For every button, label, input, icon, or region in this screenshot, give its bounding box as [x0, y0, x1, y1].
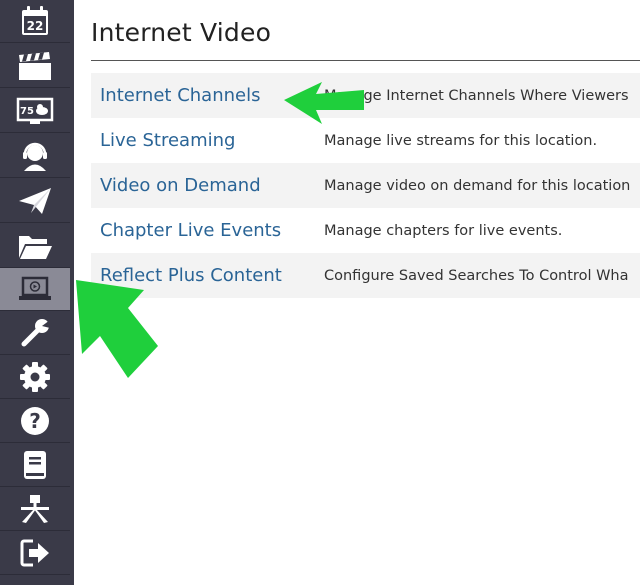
sidebar-item-logout[interactable]	[0, 532, 70, 575]
row-description: Manage chapters for live events.	[324, 222, 563, 239]
sidebar-item-docs[interactable]	[0, 444, 70, 487]
row-description: Manage Internet Channels Where Viewers	[324, 87, 629, 104]
laptop-play-icon	[19, 276, 51, 300]
pointer-arrow-icon	[284, 82, 364, 124]
calendar-day: 22	[27, 19, 44, 33]
sign-out-icon	[20, 539, 49, 567]
sidebar-item-tools[interactable]	[0, 312, 70, 355]
pointer-arrow-icon	[76, 280, 158, 378]
folder-open-icon	[19, 236, 52, 259]
sidebar-item-calendar[interactable]: 22	[0, 0, 70, 43]
internet-channels-link[interactable]: Internet Channels	[100, 85, 260, 106]
sidebar-item-weather-display[interactable]: 75	[0, 90, 70, 133]
temperature-value: 75	[20, 106, 34, 117]
row-description: Manage video on demand for this location	[324, 177, 631, 194]
book-icon	[24, 451, 46, 479]
page-title: Internet Video	[91, 18, 272, 47]
row-description: Manage live streams for this location.	[324, 132, 598, 149]
gear-icon	[20, 362, 50, 392]
list-item: Reflect Plus Content Configure Saved Sea…	[91, 253, 640, 298]
live-streaming-link[interactable]: Live Streaming	[100, 130, 235, 151]
paper-plane-icon	[19, 188, 51, 214]
sidebar-item-network[interactable]	[0, 488, 70, 531]
video-on-demand-link[interactable]: Video on Demand	[100, 175, 261, 196]
sidebar-item-settings[interactable]	[0, 356, 70, 399]
wrench-icon	[21, 319, 50, 347]
clapperboard-icon	[19, 52, 51, 80]
sidebar-item-support[interactable]	[0, 135, 70, 178]
sidebar-item-help[interactable]: ?	[0, 400, 70, 443]
list-item: Chapter Live Events Manage chapters for …	[91, 208, 640, 253]
calendar-icon: 22	[22, 6, 48, 35]
sidebar-item-internet-video[interactable]	[0, 268, 70, 311]
sidebar-item-folder[interactable]	[0, 225, 70, 268]
sidebar: 22 75 ?	[0, 0, 74, 585]
chapter-live-events-link[interactable]: Chapter Live Events	[100, 220, 281, 241]
row-description: Configure Saved Searches To Control Wha	[324, 267, 629, 284]
sidebar-item-clapperboard[interactable]	[0, 45, 70, 88]
question-circle-icon: ?	[21, 407, 49, 435]
svg-text:?: ?	[29, 409, 41, 433]
weather-display-icon: 75	[16, 97, 54, 124]
sidebar-item-send[interactable]	[0, 180, 70, 223]
headset-icon	[23, 142, 47, 171]
title-divider	[91, 60, 640, 61]
network-icon	[21, 495, 49, 523]
list-item: Video on Demand Manage video on demand f…	[91, 163, 640, 208]
